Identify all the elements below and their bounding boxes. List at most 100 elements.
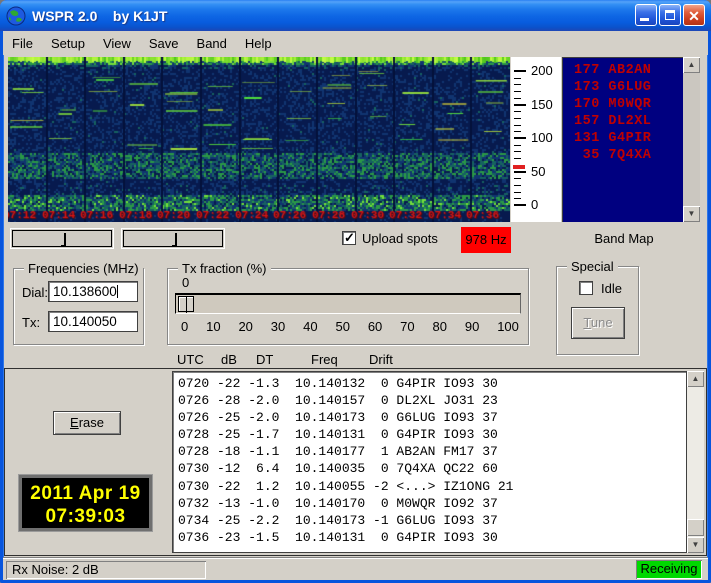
- menu-item[interactable]: Save: [140, 33, 188, 54]
- menu-item[interactable]: File: [3, 33, 42, 54]
- tx-fraction-group-title: Tx fraction (%): [178, 261, 271, 276]
- tx-label: Tx:: [22, 315, 41, 330]
- column-header: Freq: [311, 352, 338, 367]
- scroll-up-icon[interactable]: ▲: [687, 371, 704, 387]
- clock-date: 2011 Apr 19: [30, 483, 141, 504]
- erase-button-label: Erase: [70, 415, 104, 430]
- band-map-panel: 177 AB2AN 173 G6LUG 170 M0WQR 157 DL2XL 131 …: [562, 57, 683, 222]
- special-group-title: Special: [567, 259, 618, 274]
- tx-frequency-input[interactable]: 10.140050: [48, 311, 138, 332]
- globe-icon: [6, 6, 26, 25]
- tx-fraction-tick-label: 30: [270, 319, 286, 334]
- slider-track: [123, 230, 223, 247]
- tx-fraction-tick-label: 40: [303, 319, 318, 334]
- slider-track: [12, 230, 112, 247]
- table-row[interactable]: 0734 -25 -2.2 10.140173 -1 G6LUG IO93 37: [178, 512, 686, 529]
- text-caret: [116, 285, 118, 298]
- tx-fraction-tick-label: 100: [497, 319, 519, 334]
- column-header: UTC: [177, 352, 204, 367]
- maximize-button[interactable]: [659, 4, 681, 26]
- slider-thumb[interactable]: [60, 233, 66, 247]
- scroll-down-icon[interactable]: ▼: [683, 206, 700, 222]
- tx-fraction-slider[interactable]: [175, 293, 521, 314]
- table-row[interactable]: 0728 -18 -1.1 10.140177 1 AB2AN FM17 37: [178, 443, 686, 460]
- table-row[interactable]: 0726 -25 -2.0 10.140173 0 G6LUG IO93 37: [178, 409, 686, 426]
- band-map-entry[interactable]: 131 G4PIR: [574, 130, 683, 147]
- dial-label: Dial:: [22, 285, 49, 300]
- menu-item[interactable]: Band: [188, 33, 236, 54]
- upload-spots-checkbox[interactable]: [342, 230, 356, 246]
- scroll-down-icon[interactable]: ▼: [687, 537, 704, 553]
- upload-spots-label: Upload spots: [362, 231, 438, 246]
- window-title: WSPR 2.0 by K1JT: [32, 7, 168, 24]
- menu-item[interactable]: View: [94, 33, 140, 54]
- tx-frequency-value: 10.140050: [53, 314, 117, 329]
- spots-scrollbar[interactable]: ▲ ▼: [687, 371, 704, 553]
- band-map-scrollbar[interactable]: ▲ ▼: [683, 57, 700, 222]
- minimize-button[interactable]: [635, 4, 657, 26]
- tx-fraction-tick-label: 0: [181, 319, 189, 334]
- tx-fraction-tick-label: 20: [238, 319, 253, 334]
- scale-marker: [513, 164, 525, 169]
- table-row[interactable]: 0732 -13 -1.0 10.140170 0 M0WQR IO92 37: [178, 495, 686, 512]
- app-window: WSPR 2.0 by K1JT ✕ File Setup View Save Band…: [0, 0, 711, 583]
- spots-column-headers: UTC dB DT Freq Drift: [0, 352, 711, 368]
- table-row[interactable]: 0726 -28 -2.0 10.140157 0 DL2XL JO31 23: [178, 392, 686, 409]
- tx-fraction-group: Tx fraction (%) 0 0 10 20 30 40 50 60 70 80 90 100: [167, 261, 529, 345]
- table-row[interactable]: 0730 -22 1.2 10.140055 -2 <...> IZ1ONG 2…: [178, 478, 686, 495]
- scrollbar-thumb[interactable]: [687, 519, 704, 536]
- tx-fraction-tick-label: 50: [335, 319, 350, 334]
- scroll-up-icon[interactable]: ▲: [683, 57, 700, 73]
- band-map-entry[interactable]: 170 M0WQR: [574, 96, 683, 113]
- band-map-entry[interactable]: 35 7Q4XA: [574, 147, 683, 164]
- menu-item[interactable]: Setup: [42, 33, 94, 54]
- table-row[interactable]: 0720 -22 -1.3 10.140132 0 G4PIR IO93 30: [178, 375, 686, 392]
- tune-button[interactable]: Tune: [571, 307, 625, 339]
- band-map-label: Band Map: [594, 231, 654, 246]
- tx-fraction-scale: 0 10 20 30 40 50 60 70 80 90 100: [175, 319, 521, 334]
- tx-fraction-tick-label: 70: [400, 319, 415, 334]
- column-header: dB: [221, 352, 237, 367]
- column-header: Drift: [369, 352, 393, 367]
- receiving-badge: Receiving: [636, 560, 702, 579]
- slider-thumb[interactable]: [171, 233, 177, 247]
- table-row[interactable]: 0730 -12 6.4 10.140035 0 7Q4XA QC22 60: [178, 460, 686, 477]
- close-button[interactable]: ✕: [683, 4, 705, 26]
- waterfall-display[interactable]: [8, 57, 510, 222]
- level-slider-left[interactable]: [10, 228, 114, 249]
- rx-noise-status: Rx Noise: 2 dB: [6, 561, 206, 579]
- spots-listbox[interactable]: 0720 -22 -1.3 10.140132 0 G4PIR IO93 30 0…: [172, 371, 687, 553]
- column-header: DT: [256, 352, 274, 367]
- table-row[interactable]: 0736 -23 -1.5 10.140131 0 G4PIR IO93 30: [178, 529, 686, 546]
- band-map-entry[interactable]: 157 DL2XL: [574, 113, 683, 130]
- close-icon: ✕: [688, 8, 700, 24]
- status-bar: Rx Noise: 2 dB Receiving: [3, 557, 708, 580]
- spots-panel: Erase 2011 Apr 19 07:39:03 0720 -22 -1.3…: [4, 368, 707, 556]
- clock-time: 07:39:03: [45, 506, 126, 527]
- table-row[interactable]: 0728 -25 -1.7 10.140131 0 G4PIR IO93 30: [178, 426, 686, 443]
- band-map-entry[interactable]: 173 G6LUG: [574, 79, 683, 96]
- dial-frequency-input[interactable]: 10.138600: [48, 281, 138, 302]
- idle-checkbox[interactable]: [579, 281, 593, 295]
- title-bar[interactable]: WSPR 2.0 by K1JT ✕: [0, 0, 711, 31]
- tx-fraction-tick-label: 90: [464, 319, 480, 334]
- menu-item[interactable]: Help: [236, 33, 281, 54]
- tx-fraction-slider-thumb[interactable]: [178, 296, 194, 313]
- menu-bar: File Setup View Save Band Help: [3, 31, 708, 55]
- clock-display: 2011 Apr 19 07:39:03: [18, 474, 153, 532]
- frequencies-group: Frequencies (MHz) Dial: 10.138600 Tx: 10…: [13, 261, 144, 345]
- tx-fraction-tick-label: 60: [367, 319, 383, 334]
- level-slider-right[interactable]: [121, 228, 225, 249]
- special-group: Special Idle Tune: [556, 259, 639, 355]
- frequency-scale: 200 150 100 50 0: [511, 57, 561, 222]
- minimize-icon: [640, 18, 649, 21]
- maximize-icon: [665, 10, 675, 20]
- dial-frequency-value: 10.138600: [53, 284, 117, 299]
- tx-fraction-value: 0: [182, 275, 190, 290]
- band-map-entry[interactable]: 177 AB2AN: [574, 62, 683, 79]
- tx-fraction-tick-label: 80: [432, 319, 447, 334]
- frequencies-group-title: Frequencies (MHz): [24, 261, 143, 276]
- rx-freq-badge: 978 Hz: [461, 227, 511, 253]
- erase-button[interactable]: Erase: [53, 411, 121, 435]
- tx-fraction-tick-label: 10: [206, 319, 221, 334]
